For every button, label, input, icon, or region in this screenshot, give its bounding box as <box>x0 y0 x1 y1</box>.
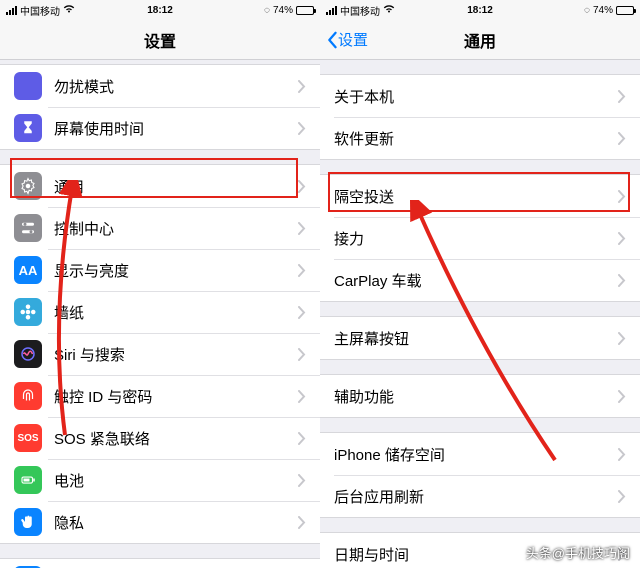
row-label: 接力 <box>334 228 618 249</box>
row-关于本机[interactable]: 关于本机 <box>320 75 640 117</box>
chevron-right-icon <box>298 122 306 135</box>
row-battery[interactable]: 电池 <box>0 459 320 501</box>
row-label: 触控 ID 与密码 <box>54 386 298 407</box>
row-privacy[interactable]: 隐私 <box>0 501 320 543</box>
clock: 18:12 <box>147 5 173 16</box>
row-dnd[interactable]: 勿扰模式 <box>0 65 320 107</box>
row-label: 勿扰模式 <box>54 76 298 97</box>
loading-icon: ◌ <box>584 5 590 16</box>
chevron-right-icon <box>618 390 626 403</box>
row-软件更新[interactable]: 软件更新 <box>320 117 640 159</box>
watermark: 头条@手机技巧阁 <box>526 543 630 562</box>
row-label: 屏幕使用时间 <box>54 118 298 139</box>
chevron-right-icon <box>618 448 626 461</box>
row-label: SOS 紧急联络 <box>54 428 298 449</box>
clock: 18:12 <box>467 5 493 16</box>
row-主屏幕按钮[interactable]: 主屏幕按钮 <box>320 317 640 359</box>
row-接力[interactable]: 接力 <box>320 217 640 259</box>
carrier-label: 中国移动 <box>20 3 60 18</box>
row-touchid[interactable]: 触控 ID 与密码 <box>0 375 320 417</box>
row-appstore[interactable]: iTunes Store 与 App Store <box>0 559 320 568</box>
chevron-right-icon <box>618 332 626 345</box>
hourglass-icon <box>14 114 42 142</box>
row-label: 显示与亮度 <box>54 260 298 281</box>
chevron-right-icon <box>298 474 306 487</box>
switches-icon <box>14 214 42 242</box>
row-label: Siri 与搜索 <box>54 344 298 365</box>
row-sos[interactable]: SOS SOS 紧急联络 <box>0 417 320 459</box>
row-辅助功能[interactable]: 辅助功能 <box>320 375 640 417</box>
signal-icon <box>6 6 17 15</box>
wifi-icon <box>383 4 395 16</box>
aa-icon: AA <box>14 256 42 284</box>
chevron-right-icon <box>618 132 626 145</box>
chevron-right-icon <box>298 80 306 93</box>
back-label: 设置 <box>338 29 368 50</box>
siri-icon <box>14 340 42 368</box>
navbar: 设置 通用 <box>320 20 640 60</box>
chevron-right-icon <box>298 180 306 193</box>
page-title: 设置 <box>144 28 176 52</box>
chevron-right-icon <box>298 516 306 529</box>
row-label: 通用 <box>54 176 298 197</box>
row-general[interactable]: 通用 <box>0 165 320 207</box>
status-bar: 中国移动 18:12 ◌ 74% <box>0 0 320 20</box>
navbar: 设置 <box>0 20 320 60</box>
row-label: 墙纸 <box>54 302 298 323</box>
chevron-right-icon <box>618 90 626 103</box>
row-label: 主屏幕按钮 <box>334 328 618 349</box>
gear-icon <box>14 172 42 200</box>
sos-icon: SOS <box>14 424 42 452</box>
row-screentime[interactable]: 屏幕使用时间 <box>0 107 320 149</box>
chevron-right-icon <box>298 222 306 235</box>
back-button[interactable]: 设置 <box>326 29 368 50</box>
status-bar: 中国移动 18:12 ◌ 74% <box>320 0 640 20</box>
row-iphone储存空间[interactable]: iPhone 储存空间 <box>320 433 640 475</box>
row-label: iPhone 储存空间 <box>334 444 618 465</box>
chevron-right-icon <box>298 390 306 403</box>
row-display[interactable]: AA 显示与亮度 <box>0 249 320 291</box>
battery-pct: 74% <box>593 5 613 16</box>
row-wallpaper[interactable]: 墙纸 <box>0 291 320 333</box>
signal-icon <box>326 6 337 15</box>
chevron-right-icon <box>298 264 306 277</box>
wifi-icon <box>63 4 75 16</box>
loading-icon: ◌ <box>264 5 270 16</box>
finger-icon <box>14 382 42 410</box>
row-label: 隔空投送 <box>334 186 618 207</box>
chevron-right-icon <box>618 232 626 245</box>
moon-icon <box>14 72 42 100</box>
row-label: 辅助功能 <box>334 386 618 407</box>
row-carplay车载[interactable]: CarPlay 车载 <box>320 259 640 301</box>
chevron-right-icon <box>298 432 306 445</box>
battery-pct: 74% <box>273 5 293 16</box>
row-label: 软件更新 <box>334 128 618 149</box>
flower-icon <box>14 298 42 326</box>
row-后台应用刷新[interactable]: 后台应用刷新 <box>320 475 640 517</box>
row-controlcenter[interactable]: 控制中心 <box>0 207 320 249</box>
row-label: 隐私 <box>54 512 298 533</box>
row-label: CarPlay 车载 <box>334 270 618 291</box>
chevron-right-icon <box>618 190 626 203</box>
page-title: 通用 <box>464 28 496 52</box>
row-label: 电池 <box>54 470 298 491</box>
chevron-right-icon <box>298 306 306 319</box>
battery-icon <box>616 6 634 15</box>
row-label: 控制中心 <box>54 218 298 239</box>
hand-icon <box>14 508 42 536</box>
row-label: 关于本机 <box>334 86 618 107</box>
chevron-right-icon <box>618 274 626 287</box>
batt-icon <box>14 466 42 494</box>
carrier-label: 中国移动 <box>340 3 380 18</box>
row-siri[interactable]: Siri 与搜索 <box>0 333 320 375</box>
chevron-right-icon <box>618 490 626 503</box>
row-label: 后台应用刷新 <box>334 486 618 507</box>
chevron-right-icon <box>298 348 306 361</box>
row-隔空投送[interactable]: 隔空投送 <box>320 175 640 217</box>
battery-icon <box>296 6 314 15</box>
